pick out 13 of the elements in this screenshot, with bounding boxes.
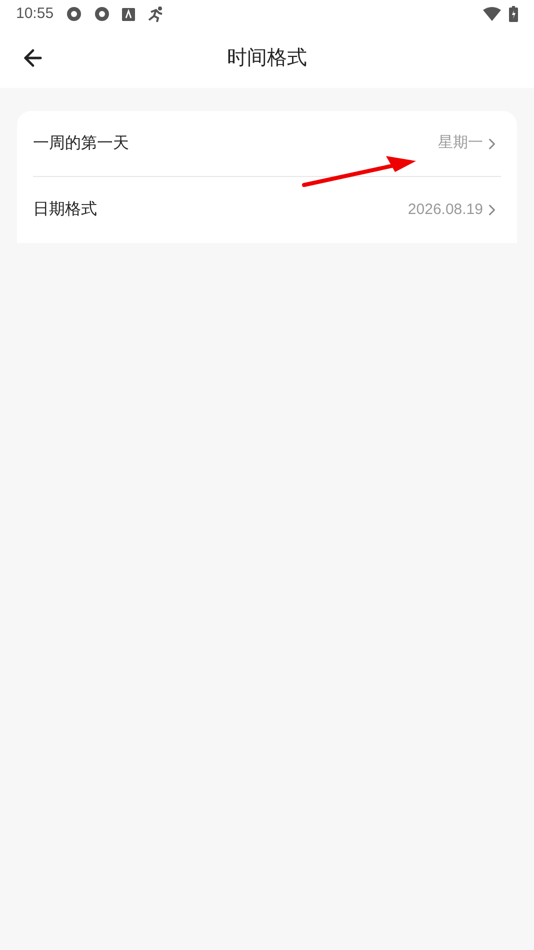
setting-value: 2026.08.19 <box>408 200 483 220</box>
status-time: 10:55 <box>16 4 54 24</box>
aperture-icon <box>94 6 110 22</box>
setting-value: 星期一 <box>438 133 483 154</box>
app-icon <box>122 8 135 20</box>
running-person-icon <box>146 6 165 22</box>
battery-icon <box>509 6 518 22</box>
aperture-icon <box>66 6 82 22</box>
setting-label: 一周的第一天 <box>33 134 129 154</box>
setting-label: 日期格式 <box>33 200 97 220</box>
wifi-icon <box>483 7 501 21</box>
settings-row[interactable]: 日期格式 2026.08.19 <box>33 177 501 243</box>
page-title: 时间格式 <box>227 46 307 71</box>
